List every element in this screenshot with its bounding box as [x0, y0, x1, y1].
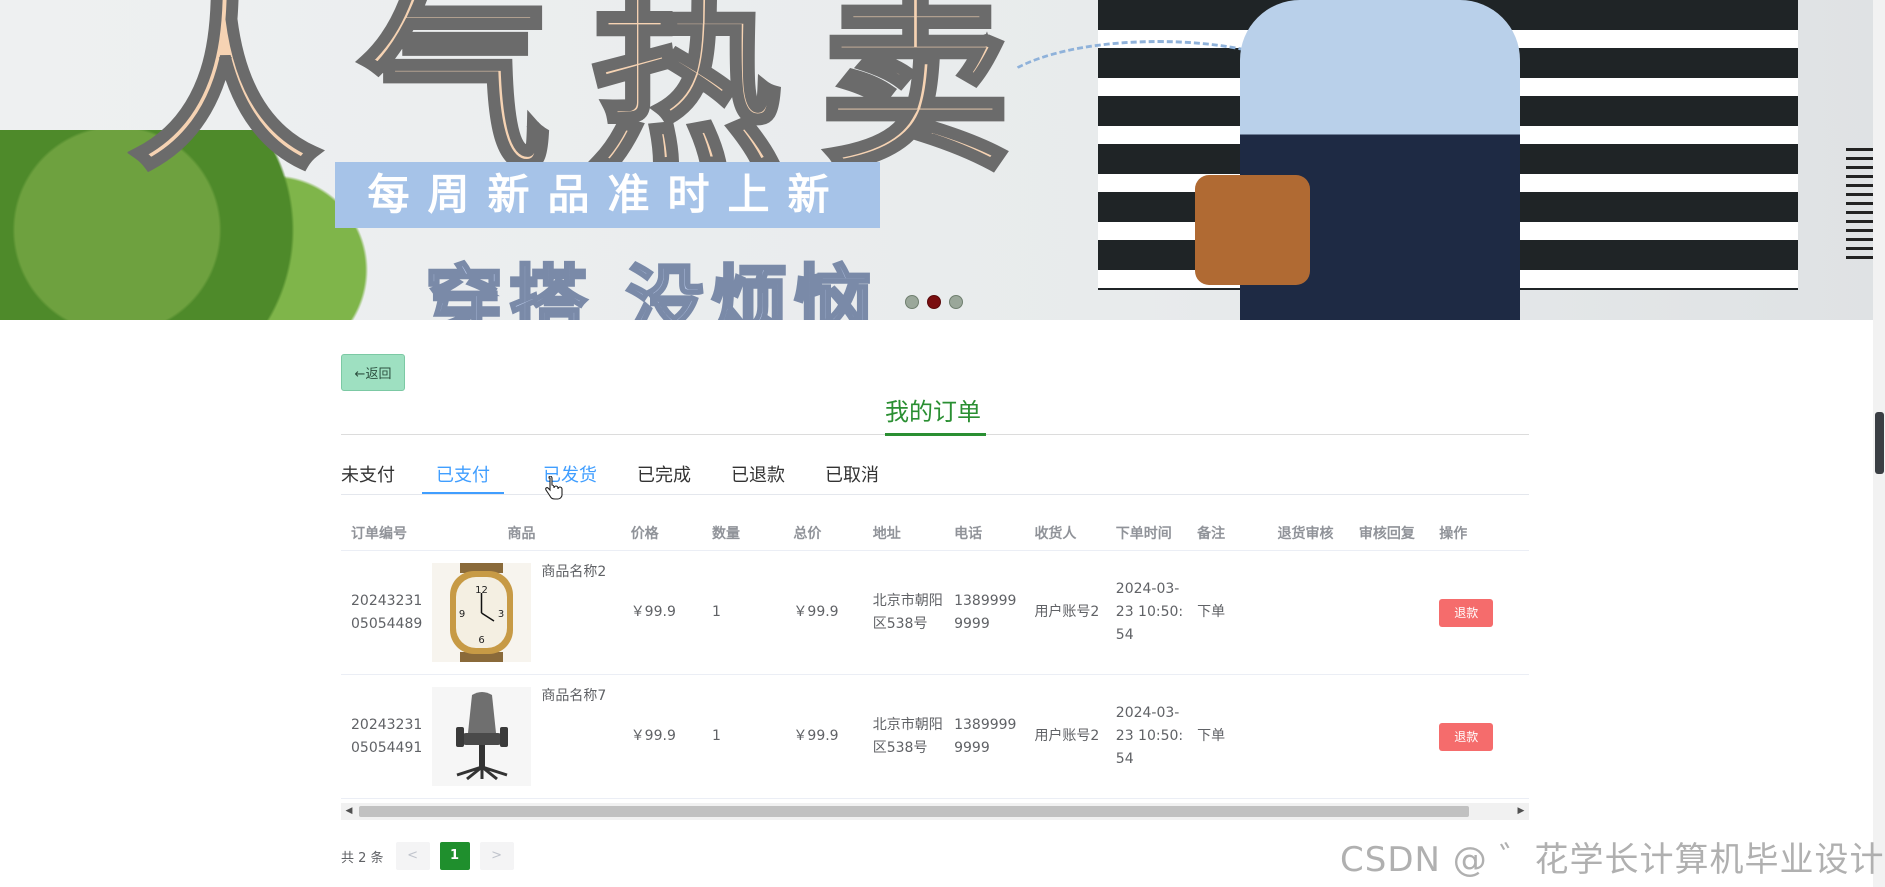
pagination-total: 共 2 条 — [341, 850, 384, 866]
address: 北京市朝阳区538号 — [862, 550, 945, 675]
refund-button[interactable]: 退款 — [1439, 722, 1494, 751]
action-cell: 退款 — [1429, 674, 1529, 799]
banner-handbag — [1195, 175, 1310, 285]
remark: 下单 — [1187, 550, 1268, 675]
col-total: 总价 — [783, 516, 863, 551]
price: ￥99.9 — [620, 550, 703, 675]
scroll-left-icon[interactable]: ◀ — [341, 803, 357, 820]
remark: 下单 — [1187, 674, 1268, 799]
goods-cell: 商品名称7 — [422, 674, 621, 799]
table-header-row: 订单编号 商品 价格 数量 总价 地址 电话 收货人 下单时间 备注 退货审核 … — [341, 516, 1529, 551]
office-chair-image — [432, 687, 532, 786]
page-number-1[interactable]: 1 — [439, 842, 470, 870]
table-row: 2024323105054489 12 6 9 3 商品名称2 ￥99.9 1 … — [341, 550, 1529, 675]
svg-text:6: 6 — [479, 635, 485, 646]
tab-unpaid[interactable]: 未支付 — [341, 464, 395, 494]
tab-paid[interactable]: 已支付 — [422, 464, 504, 494]
return-review — [1267, 550, 1349, 675]
carousel-dot-3[interactable] — [949, 295, 963, 309]
col-phone: 电话 — [944, 516, 1025, 551]
goods-name: 商品名称7 — [541, 688, 607, 704]
col-review-reply: 审核回复 — [1348, 516, 1430, 551]
order-time: 2024-03-23 10:50:54 — [1105, 550, 1188, 675]
col-action: 操作 — [1429, 516, 1529, 551]
carousel-dot-2[interactable] — [927, 295, 941, 309]
action-cell: 退款 — [1429, 550, 1529, 675]
price: ￥99.9 — [620, 674, 703, 799]
watermark: CSDN @ ゛花学长计算机毕业设计 — [1340, 840, 1885, 880]
phone: 13899999999 — [944, 674, 1025, 799]
col-return-review: 退货审核 — [1267, 516, 1349, 551]
quantity: 1 — [702, 674, 784, 799]
svg-text:9: 9 — [459, 609, 465, 620]
table-row: 2024323105054491 商品名称7 ￥99.9 1 ￥99.9 北京市… — [341, 674, 1529, 799]
page-title: 我的订单 — [885, 398, 981, 426]
receiver: 用户账号2 — [1024, 674, 1106, 799]
order-no: 2024323105054491 — [341, 674, 423, 799]
col-order-time: 下单时间 — [1105, 516, 1188, 551]
svg-text:3: 3 — [498, 609, 504, 620]
scroll-right-icon[interactable]: ▶ — [1513, 803, 1529, 820]
back-button[interactable]: ←返回 — [341, 354, 405, 391]
review-reply — [1348, 674, 1430, 799]
col-remark: 备注 — [1187, 516, 1268, 551]
refund-button[interactable]: 退款 — [1439, 598, 1494, 627]
table-horizontal-scrollbar[interactable]: ◀ ▶ — [341, 803, 1529, 820]
address: 北京市朝阳区538号 — [862, 674, 945, 799]
order-status-tabs: 未支付 已支付 已发货 已完成 已退款 已取消 — [341, 464, 879, 496]
carousel-indicators — [905, 295, 963, 309]
col-goods: 商品 — [422, 516, 621, 551]
order-time: 2024-03-23 10:50:54 — [1105, 674, 1188, 799]
col-price: 价格 — [620, 516, 703, 551]
pagination: 共 2 条 < 1 > — [341, 842, 524, 870]
banner-tag: 每周新品准时上新 — [335, 162, 880, 228]
total-price: ￥99.9 — [783, 674, 863, 799]
tab-cancelled[interactable]: 已取消 — [825, 464, 879, 494]
review-reply — [1348, 550, 1430, 675]
watch-image: 12 6 9 3 — [432, 563, 532, 662]
return-review — [1267, 674, 1349, 799]
col-receiver: 收货人 — [1024, 516, 1106, 551]
goods-cell: 12 6 9 3 商品名称2 — [422, 550, 621, 675]
banner-slogan: 穿搭 没烦恼 — [423, 257, 879, 321]
quantity: 1 — [702, 550, 784, 675]
total-price: ￥99.9 — [783, 550, 863, 675]
hand-cursor-icon — [545, 476, 563, 500]
table-scrollbar-thumb[interactable] — [359, 806, 1469, 817]
carousel-dot-1[interactable] — [905, 295, 919, 309]
order-no: 2024323105054489 — [341, 550, 423, 675]
orders-table: 订单编号 商品 价格 数量 总价 地址 电话 收货人 下单时间 备注 退货审核 … — [341, 516, 1529, 799]
prev-page-button[interactable]: < — [395, 842, 430, 870]
tab-completed[interactable]: 已完成 — [637, 464, 691, 494]
banner-edge-decoration — [1846, 148, 1876, 260]
page-scrollbar[interactable] — [1873, 0, 1885, 887]
col-qty: 数量 — [702, 516, 784, 551]
tab-refunded[interactable]: 已退款 — [731, 464, 785, 494]
tab-paid-label: 已支付 — [436, 465, 490, 486]
phone: 13899999999 — [944, 550, 1025, 675]
title-underline — [885, 433, 986, 436]
hero-banner: 人气热卖 每周新品准时上新 穿搭 没烦恼 — [0, 0, 1885, 320]
page-scrollbar-thumb[interactable] — [1875, 412, 1884, 474]
col-address: 地址 — [862, 516, 945, 551]
tabs-divider — [341, 494, 1529, 495]
goods-name: 商品名称2 — [541, 564, 607, 580]
col-order-no: 订单编号 — [341, 516, 423, 551]
receiver: 用户账号2 — [1024, 550, 1106, 675]
next-page-button[interactable]: > — [479, 842, 514, 870]
